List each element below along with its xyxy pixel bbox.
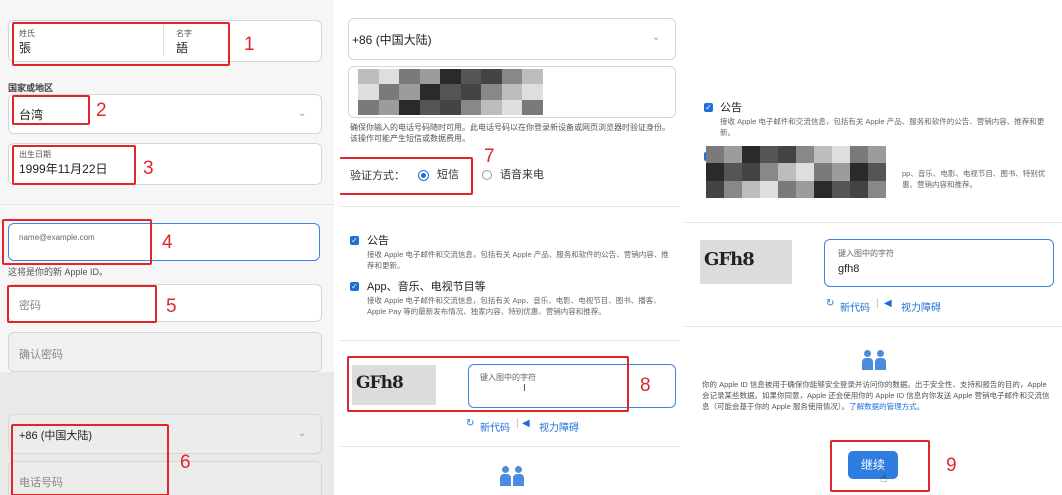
new-code-link[interactable]: 新代码 (480, 419, 510, 434)
pixelated-media-section (706, 146, 886, 198)
voice-radio[interactable] (482, 170, 492, 180)
voice-option-label: 语音来电 (500, 169, 544, 181)
media-title: App、音乐、电视节目等 (367, 281, 486, 293)
annotation-number-6: 6 (180, 452, 191, 473)
annotation-number-8: 8 (640, 375, 651, 396)
media-desc-tail: pp、音乐、电影、电视节目、图书、特别优惠、营销内容和推荐。 (902, 169, 1046, 189)
section-divider (684, 326, 1062, 327)
announcements-title: 公告 (720, 102, 742, 114)
vision-impaired-link[interactable]: 视力障碍 (539, 419, 579, 434)
annotation-box-4 (2, 219, 152, 265)
annotation-number-3: 3 (143, 158, 154, 179)
annotation-number-2: 2 (96, 100, 107, 121)
phone-code-value: +86 (中国大陆) (352, 33, 432, 47)
email-hint: 这将是你的新 Apple ID。 (8, 267, 109, 277)
pixelated-phone-number (358, 69, 543, 115)
new-code-link[interactable]: 新代码 (840, 299, 870, 314)
people-handshake-icon (862, 350, 888, 374)
link-separator: | (876, 298, 879, 309)
section-divider (340, 340, 680, 341)
refresh-icon[interactable]: ↻ (826, 298, 834, 309)
announcements-title: 公告 (367, 235, 389, 247)
annotation-box-5 (7, 285, 157, 323)
chevron-down-icon: ⌄ (652, 32, 661, 43)
privacy-notice: 你的 Apple ID 信息被用于确保你能够安全登录并访问你的数据。出于安全性、… (702, 379, 1052, 412)
announcements-checkbox[interactable]: ✓ (350, 236, 359, 245)
media-checkbox[interactable]: ✓ (350, 282, 359, 291)
media-desc: 接收 Apple 电子邮件和交流信息，包括有关 App、音乐、电影、电视节目、图… (367, 296, 661, 316)
captcha-image: GFh8 (700, 240, 792, 284)
country-heading: 国家或地区 (8, 83, 54, 93)
section-divider (684, 222, 1062, 223)
annotation-box-7 (340, 157, 473, 195)
section-divider (340, 446, 680, 447)
chevron-down-icon: ⌄ (298, 428, 307, 439)
people-handshake-icon (500, 466, 526, 490)
annotation-box-1 (12, 22, 230, 66)
annotation-number-9: 9 (946, 455, 957, 476)
speaker-icon[interactable]: ◀ (522, 418, 530, 429)
panel-confirm: ✓ 公告 接收 Apple 电子邮件和交流信息，包括有关 Apple 产品、服务… (684, 0, 1062, 495)
annotation-box-2 (12, 95, 90, 125)
annotation-number-7: 7 (484, 146, 495, 167)
captcha-image-text: GFh8 (704, 249, 755, 270)
annotation-box-9 (830, 440, 930, 492)
link-separator: | (516, 418, 519, 429)
section-divider (0, 204, 334, 205)
refresh-icon[interactable]: ↻ (466, 418, 474, 429)
annotation-box-3 (12, 145, 136, 185)
captcha-label: 键入图中的字符 (838, 249, 894, 258)
vision-impaired-link[interactable]: 视力障碍 (901, 299, 941, 314)
annotation-number-4: 4 (162, 232, 173, 253)
captcha-value: gfh8 (838, 263, 860, 275)
panel-verification: +86 (中国大陆) ⌄ 确保你输入的电话号码随时可用。此电话号码以在你登录新设… (340, 0, 680, 495)
annotation-box-6 (11, 424, 169, 495)
phone-notice: 确保你输入的电话号码随时可用。此电话号码以在你登录新设备或网页浏览器时验证身份。… (350, 123, 670, 143)
annotation-box-8 (347, 356, 629, 412)
announcements-desc: 接收 Apple 电子邮件和交流信息，包括有关 Apple 产品、服务和软件的公… (367, 250, 669, 270)
confirm-password-placeholder: 确认密码 (19, 349, 63, 361)
annotation-number-1: 1 (244, 34, 255, 55)
privacy-link[interactable]: 了解数据的管理方式。 (849, 402, 924, 411)
chevron-down-icon: ⌄ (298, 108, 307, 119)
announcements-checkbox[interactable]: ✓ (704, 103, 713, 112)
annotation-number-5: 5 (166, 296, 177, 317)
section-divider (340, 206, 680, 207)
speaker-icon[interactable]: ◀ (884, 298, 892, 309)
panel-personal-info: 姓氏 張 名字 語 1 国家或地区 台湾 ⌄ 2 出生日期 1999年11月22… (0, 0, 334, 495)
announcements-desc: 接收 Apple 电子邮件和交流信息，包括有关 Apple 产品、服务和软件的公… (720, 117, 1045, 137)
